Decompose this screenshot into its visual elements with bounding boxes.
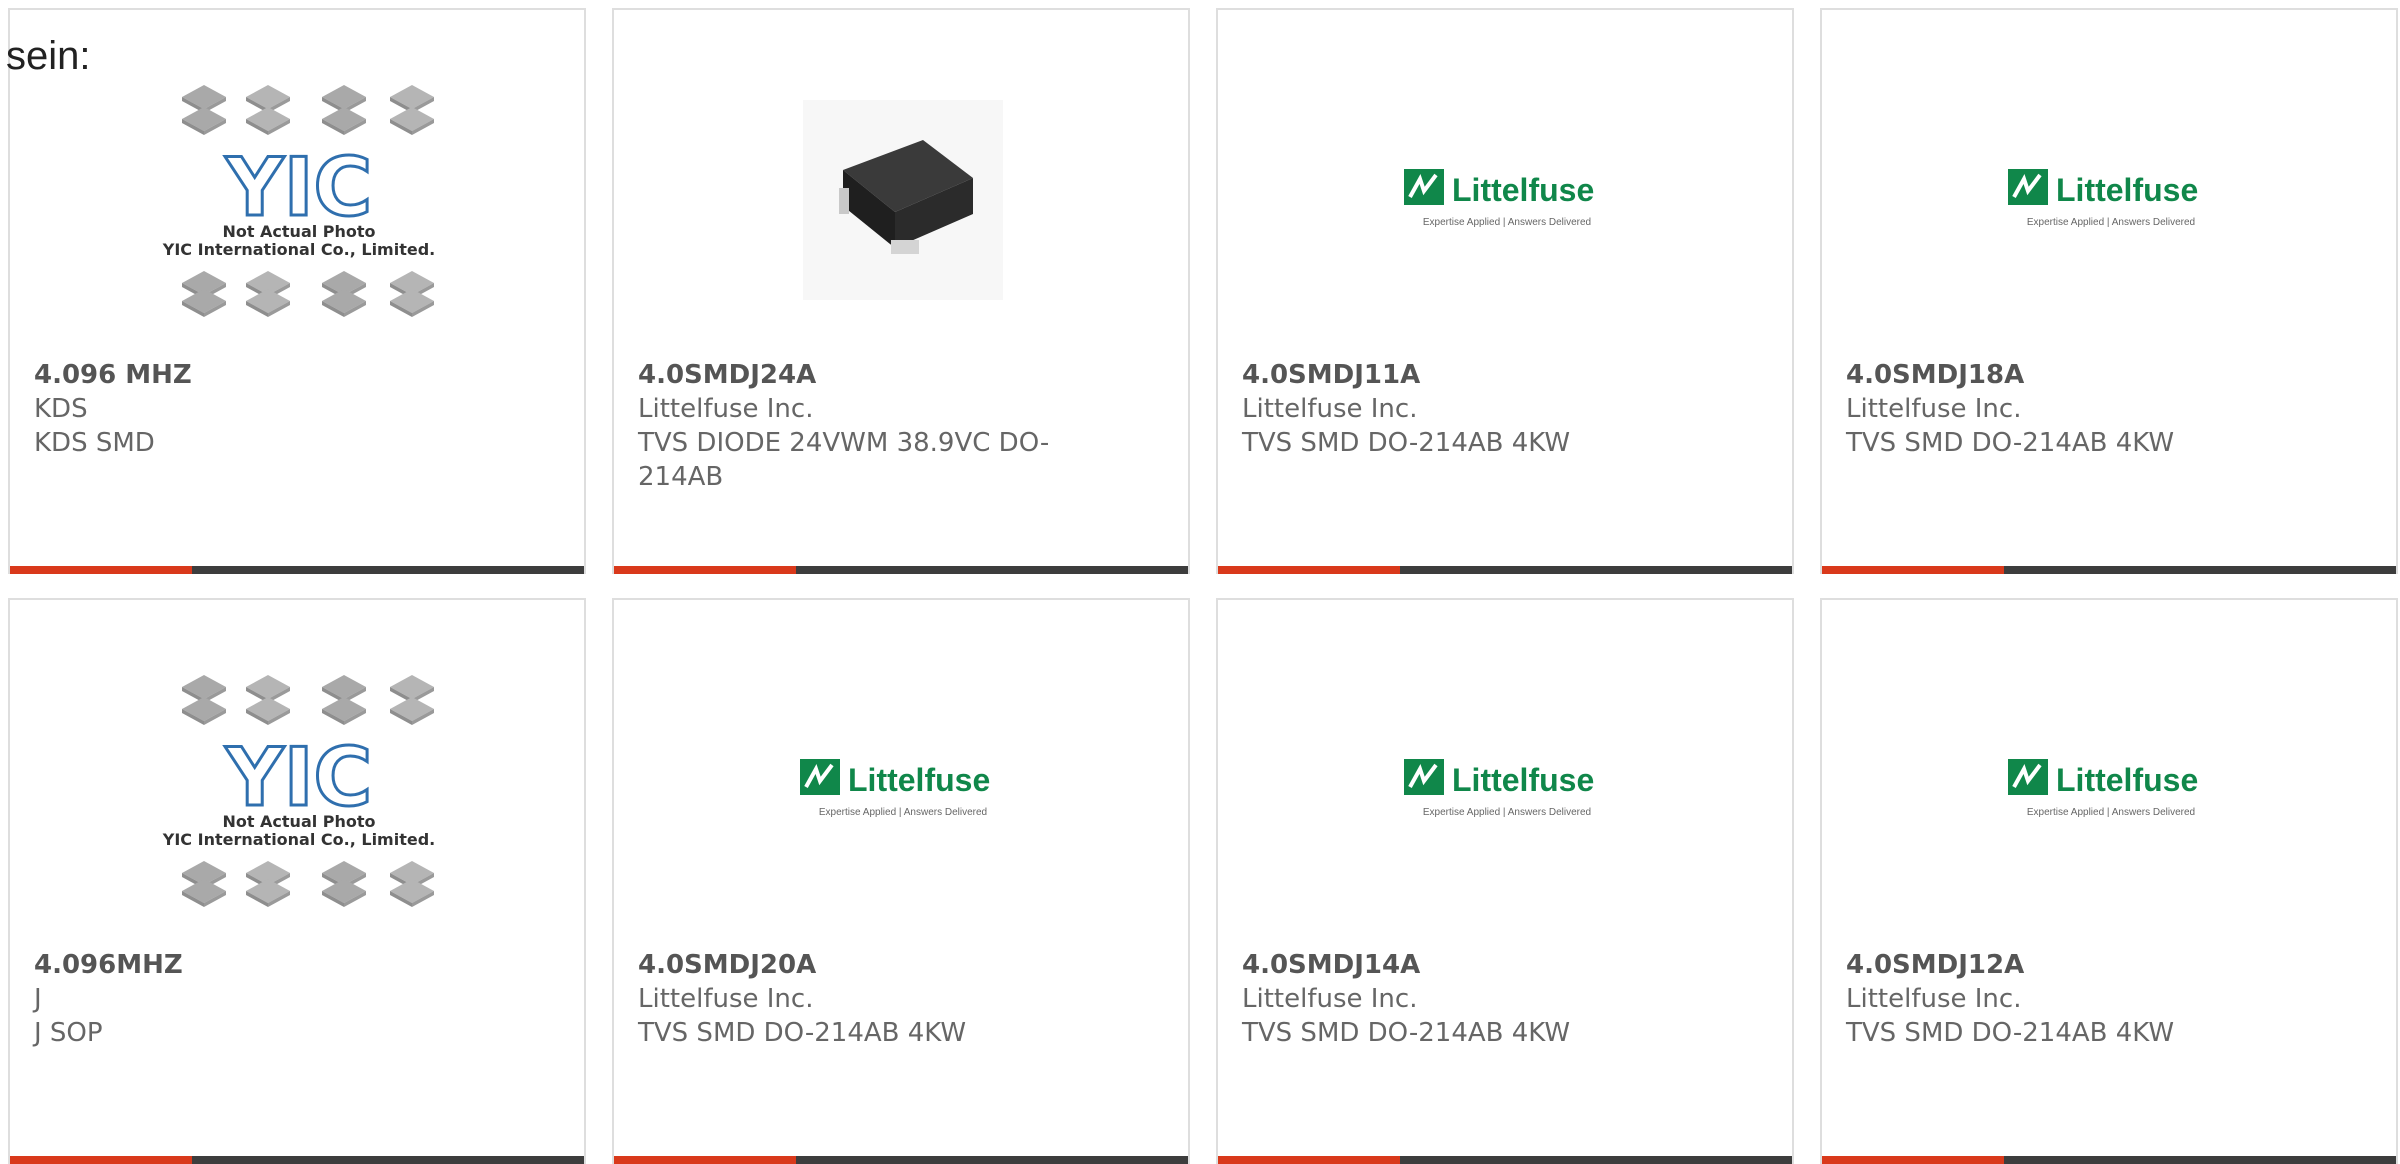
product-image: YIC Not Actual Photo YIC International Co.… <box>10 50 584 350</box>
product-image: Littelfuse Expertise Applied | Answers De… <box>1218 640 1792 940</box>
product-image: Littelfuse Expertise Applied | Answers De… <box>614 640 1188 940</box>
littelfuse-wordmark: Littelfuse <box>2056 172 2198 208</box>
manufacturer: KDS <box>34 394 88 424</box>
littelfuse-wordmark: Littelfuse <box>848 762 990 798</box>
product-image: YIC Not Actual Photo YIC International Co.… <box>10 640 584 940</box>
description: J SOP <box>34 1018 103 1048</box>
part-number: 4.096 MHZ <box>34 360 192 390</box>
intro-text: sein: <box>6 34 91 78</box>
littelfuse-tagline: Expertise Applied | Answers Delivered <box>2027 217 2195 228</box>
littelfuse-wordmark: Littelfuse <box>2056 762 2198 798</box>
product-card[interactable]: Littelfuse Expertise Applied | Answers De… <box>612 598 1190 1164</box>
product-card[interactable]: Littelfuse Expertise Applied | Answers De… <box>1216 8 1794 574</box>
product-card[interactable]: Littelfuse Expertise Applied | Answers De… <box>1820 8 2398 574</box>
tvs-diode-photo <box>803 100 1003 300</box>
part-number: 4.096MHZ <box>34 950 183 980</box>
card-bar-accent <box>1218 1156 1400 1164</box>
card-bar-accent <box>614 1156 796 1164</box>
littelfuse-logo-image: Littelfuse Expertise Applied | Answers De… <box>2008 169 2198 228</box>
product-card[interactable]: YIC Not Actual Photo YIC International Co.… <box>8 8 586 574</box>
product-image: Littelfuse Expertise Applied | Answers De… <box>1218 50 1792 350</box>
card-bar <box>1218 1156 1792 1164</box>
littelfuse-logo-image: Littelfuse Expertise Applied | Answers De… <box>2008 759 2198 818</box>
littelfuse-logo-image: Littelfuse Expertise Applied | Answers De… <box>1404 759 1594 818</box>
product-image: Littelfuse Expertise Applied | Answers De… <box>1822 50 2396 350</box>
manufacturer: Littelfuse Inc. <box>1242 984 1418 1014</box>
littelfuse-tagline: Expertise Applied | Answers Delivered <box>819 807 987 818</box>
card-bar <box>614 1156 1188 1164</box>
manufacturer: J <box>34 984 42 1014</box>
product-image: Littelfuse Expertise Applied | Answers De… <box>1822 640 2396 940</box>
manufacturer: Littelfuse Inc. <box>638 394 814 424</box>
card-bar-accent <box>10 1156 192 1164</box>
card-bar-accent <box>1822 566 2004 574</box>
card-bar <box>1822 566 2396 574</box>
description: TVS SMD DO-214AB 4KW <box>1846 1018 2175 1048</box>
littelfuse-tagline: Expertise Applied | Answers Delivered <box>1423 217 1591 228</box>
part-number: 4.0SMDJ24A <box>638 360 817 390</box>
littelfuse-logo-image: Littelfuse Expertise Applied | Answers De… <box>800 759 990 818</box>
littelfuse-wordmark: Littelfuse <box>1452 762 1594 798</box>
manufacturer: Littelfuse Inc. <box>1846 984 2022 1014</box>
littelfuse-tagline: Expertise Applied | Answers Delivered <box>1423 807 1591 818</box>
littelfuse-wordmark: Littelfuse <box>1452 172 1594 208</box>
description: TVS SMD DO-214AB 4KW <box>1242 428 1571 458</box>
yic-placeholder-image: YICNot Actual PhotoYIC International Co.… <box>162 675 435 907</box>
yic-caption-line2: YIC International Co., Limited. <box>162 240 435 259</box>
card-bar <box>614 566 1188 574</box>
card-bar-accent <box>10 566 192 574</box>
description: TVS SMD DO-214AB 4KW <box>1846 428 2175 458</box>
yic-caption-line1: Not Actual Photo <box>222 812 375 831</box>
littelfuse-tagline: Expertise Applied | Answers Delivered <box>2027 807 2195 818</box>
yic-logo: YIC <box>225 141 372 234</box>
card-bar <box>1822 1156 2396 1164</box>
manufacturer: Littelfuse Inc. <box>1242 394 1418 424</box>
littelfuse-logo-image: Littelfuse Expertise Applied | Answers De… <box>1404 169 1594 228</box>
card-bar-accent <box>1218 566 1400 574</box>
yic-logo: YIC <box>225 731 372 824</box>
manufacturer: Littelfuse Inc. <box>638 984 814 1014</box>
description: KDS SMD <box>34 428 155 458</box>
part-number: 4.0SMDJ18A <box>1846 360 2025 390</box>
product-image <box>614 50 1188 350</box>
description: TVS SMD DO-214AB 4KW <box>1242 1018 1571 1048</box>
card-bar-accent <box>1822 1156 2004 1164</box>
description: TVS SMD DO-214AB 4KW <box>638 1018 967 1048</box>
card-bar <box>10 1156 584 1164</box>
card-bar-accent <box>614 566 796 574</box>
product-grid: YIC Not Actual Photo YIC International Co.… <box>0 0 2400 1164</box>
product-card[interactable]: Littelfuse Expertise Applied | Answers De… <box>1216 598 1794 1164</box>
part-number: 4.0SMDJ11A <box>1242 360 1421 390</box>
product-card[interactable]: 4.0SMDJ24A Littelfuse Inc. TVS DIODE 24V… <box>612 8 1190 574</box>
card-bar <box>10 566 584 574</box>
card-bar <box>1218 566 1792 574</box>
product-card[interactable]: YIC Not Actual Photo YIC International Co.… <box>8 598 586 1164</box>
manufacturer: Littelfuse Inc. <box>1846 394 2022 424</box>
part-number: 4.0SMDJ14A <box>1242 950 1421 980</box>
yic-caption-line2: YIC International Co., Limited. <box>162 830 435 849</box>
yic-caption-line1: Not Actual Photo <box>222 222 375 241</box>
description: TVS DIODE 24VWM 38.9VC DO-214AB <box>638 428 1050 492</box>
part-number: 4.0SMDJ20A <box>638 950 817 980</box>
yic-placeholder-image: YICNot Actual PhotoYIC International Co.… <box>162 85 435 317</box>
product-card[interactable]: Littelfuse Expertise Applied | Answers De… <box>1820 598 2398 1164</box>
part-number: 4.0SMDJ12A <box>1846 950 2025 980</box>
